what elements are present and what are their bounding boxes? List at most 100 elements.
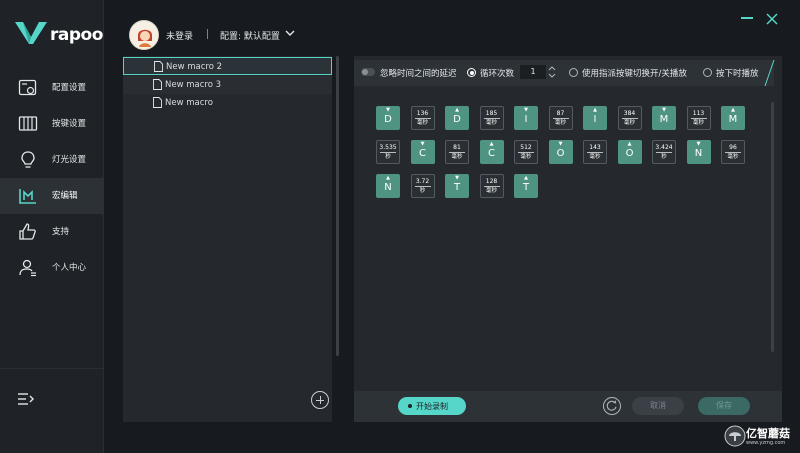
start-recording-button[interactable]: 开始录制 xyxy=(398,397,466,415)
macro-name: New macro 3 xyxy=(165,80,222,90)
hold-play-radio[interactable] xyxy=(703,68,712,77)
delay-block[interactable]: 3.535 秒 xyxy=(376,140,400,164)
profile-selector[interactable]: 配置: 默认配置 xyxy=(220,29,280,42)
delay-unit: 毫秒 xyxy=(451,154,463,160)
delay-block[interactable]: 87 毫秒 xyxy=(548,106,573,130)
file-icon xyxy=(153,97,162,108)
hold-play-label: 按下时播放 xyxy=(716,69,759,79)
sidebar-item-label: 支持 xyxy=(52,227,70,237)
macro-list-item[interactable]: New macro xyxy=(123,94,332,112)
toggle-play-radio[interactable] xyxy=(569,68,578,77)
macro-list-scrollbar[interactable] xyxy=(336,56,339,356)
key-label: O xyxy=(625,148,634,159)
delay-value: 185 xyxy=(485,110,498,117)
sidebar-item-keys[interactable]: 按键设置 xyxy=(0,106,104,142)
key-block[interactable]: ▲ M xyxy=(721,106,745,130)
delay-unit: 秒 xyxy=(661,154,667,160)
delay-block[interactable]: 81 毫秒 xyxy=(445,140,469,164)
key-block[interactable]: ▲ D xyxy=(445,106,469,130)
key-block[interactable]: ▲ N xyxy=(376,174,400,198)
delay-block[interactable]: 113 毫秒 xyxy=(686,106,711,130)
avatar[interactable] xyxy=(129,20,159,50)
delay-block[interactable]: 96 毫秒 xyxy=(721,140,745,164)
delay-value: 3.424 xyxy=(655,144,673,151)
key-down-icon: ▼ xyxy=(524,107,528,113)
add-macro-button[interactable] xyxy=(311,391,329,409)
delay-value: 128 xyxy=(485,178,498,185)
delay-unit: 毫秒 xyxy=(727,154,739,160)
delay-value: 3.72 xyxy=(415,178,430,185)
key-label: I xyxy=(593,114,597,125)
file-icon xyxy=(154,61,163,72)
key-block[interactable]: ▼ D xyxy=(376,106,400,130)
v-logo-icon xyxy=(15,22,47,44)
macro-name: New macro xyxy=(165,98,213,108)
delay-value: 3.535 xyxy=(379,144,397,151)
sidebar-item-support[interactable]: 支持 xyxy=(0,214,104,250)
minimize-button[interactable] xyxy=(741,17,753,19)
delay-unit: 毫秒 xyxy=(416,120,428,126)
key-block[interactable]: ▼ T xyxy=(445,174,469,198)
sidebar-item-personal[interactable]: 个人中心 xyxy=(0,250,104,286)
delay-unit: 毫秒 xyxy=(485,188,497,194)
key-down-icon: ▼ xyxy=(696,141,701,147)
reset-icon[interactable] xyxy=(603,397,621,415)
delay-unit: 毫秒 xyxy=(485,120,497,126)
delay-block[interactable]: 128 毫秒 xyxy=(479,174,504,198)
collapse-menu-icon[interactable] xyxy=(16,391,36,407)
delay-block[interactable]: 512 毫秒 xyxy=(514,140,538,164)
delay-block[interactable]: 3.72 秒 xyxy=(410,174,435,198)
delay-divider xyxy=(380,152,396,153)
login-status[interactable]: 未登录 xyxy=(166,29,193,42)
delay-block[interactable]: 384 毫秒 xyxy=(617,106,642,130)
delay-divider xyxy=(449,152,465,153)
delay-block[interactable]: 136 毫秒 xyxy=(410,106,435,130)
close-icon[interactable] xyxy=(765,12,779,26)
delay-divider xyxy=(483,186,500,187)
key-down-icon: ▼ xyxy=(386,107,390,113)
macro-icon xyxy=(19,189,36,204)
delay-divider xyxy=(414,118,431,119)
sidebar-divider xyxy=(0,368,104,369)
loop-count-label: 循环次数 xyxy=(480,69,515,79)
key-block[interactable]: ▲ C xyxy=(479,140,504,164)
macro-list-item[interactable]: New macro 2 xyxy=(123,57,332,75)
key-down-icon: ▼ xyxy=(455,175,459,181)
loop-count-input[interactable]: 1 xyxy=(520,65,546,79)
macro-list-item[interactable]: New macro 3 xyxy=(123,76,332,94)
key-block[interactable]: ▼ M xyxy=(652,106,676,130)
key-block[interactable]: ▲ I xyxy=(583,106,607,130)
key-block[interactable]: ▼ C xyxy=(410,140,435,164)
delay-unit: 毫秒 xyxy=(692,120,704,126)
delay-unit: 秒 xyxy=(419,188,426,194)
sidebar-item-lighting[interactable]: 灯光设置 xyxy=(0,142,104,178)
delay-block[interactable]: 143 毫秒 xyxy=(583,140,607,164)
delay-value: 96 xyxy=(729,144,737,151)
delay-block[interactable]: 3.424 秒 xyxy=(652,140,676,164)
toggle-play-label: 使用指派按键切换开/关播放 xyxy=(582,69,687,79)
key-block[interactable]: ▼ N xyxy=(686,140,711,164)
key-up-icon: ▲ xyxy=(593,107,597,113)
sidebar-item-macro[interactable]: 宏编辑 xyxy=(0,178,104,214)
key-block[interactable]: ▲ O xyxy=(617,140,642,164)
key-block[interactable]: ▼ O xyxy=(548,140,573,164)
user-icon xyxy=(19,259,36,277)
delay-block[interactable]: 185 毫秒 xyxy=(479,106,504,130)
editor-scrollbar[interactable] xyxy=(771,102,774,352)
rapoo-logo: rapoo xyxy=(14,20,103,50)
delay-divider xyxy=(690,118,707,119)
save-button[interactable]: 保存 xyxy=(698,397,750,415)
brand-name: rapoo xyxy=(50,25,103,45)
key-up-icon: ▲ xyxy=(455,107,459,113)
loop-stepper-icon[interactable] xyxy=(548,65,556,79)
cancel-button[interactable]: 取消 xyxy=(632,397,684,415)
loop-count-radio[interactable] xyxy=(467,68,476,77)
ignore-delay-toggle[interactable] xyxy=(361,68,375,76)
key-block[interactable]: ▼ I xyxy=(514,106,538,130)
key-down-icon: ▼ xyxy=(420,141,425,147)
delay-divider xyxy=(656,152,672,153)
sidebar-item-config[interactable]: 配置设置 xyxy=(0,70,104,106)
ignore-delay-label: 忽略时间之间的延迟 xyxy=(380,69,457,79)
key-block[interactable]: ▲ T xyxy=(514,174,538,198)
chevron-down-icon[interactable] xyxy=(285,28,295,38)
